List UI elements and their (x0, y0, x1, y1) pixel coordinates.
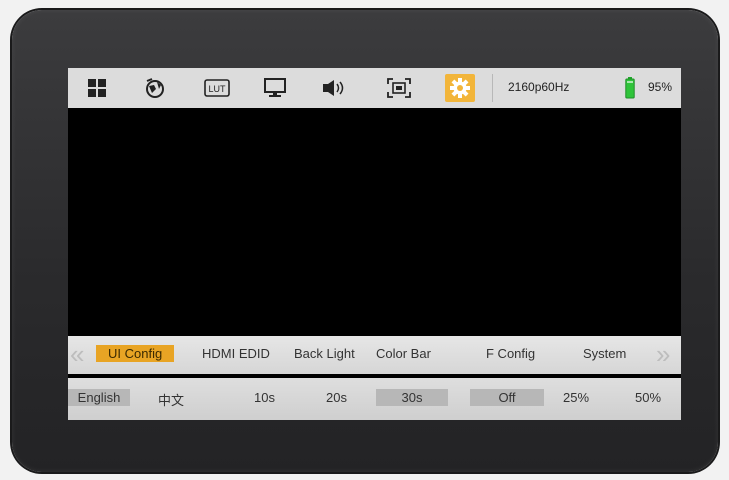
menu-item-back-light[interactable]: Back Light (294, 346, 355, 361)
settings-menu-bar: « UI Config HDMI EDID Back Light Color B… (68, 336, 681, 374)
globe-icon[interactable] (140, 74, 170, 102)
battery-percentage: 95% (648, 80, 673, 94)
status-divider (492, 74, 493, 102)
option-english[interactable]: English (68, 389, 130, 406)
option-off[interactable]: Off (470, 389, 544, 406)
grid-icon[interactable] (82, 74, 112, 102)
menu-item-ui-config[interactable]: UI Config (96, 345, 175, 362)
menu-item-hdmi-edid[interactable]: HDMI EDID (202, 346, 270, 361)
monitor-screen: LUT 2160p60Hz 95% « UI Config HDMI EDID … (68, 68, 681, 420)
option-20s[interactable]: 20s (326, 390, 347, 405)
menu-item-f-config[interactable]: F Config (486, 346, 535, 361)
settings-gear-icon[interactable] (445, 74, 475, 102)
status-bar: LUT 2160p60Hz 95% (68, 68, 681, 108)
lut-icon[interactable]: LUT (202, 74, 232, 102)
video-preview-area (68, 108, 681, 336)
speaker-icon[interactable] (320, 74, 350, 102)
option-chinese[interactable]: 中文 (158, 390, 184, 409)
settings-options-row: English 中文 10s 20s 30s Off 25% 50% (68, 378, 681, 420)
signal-format: 2160p60Hz (508, 80, 570, 94)
chevron-right-icon[interactable]: » (656, 340, 670, 368)
svg-text:LUT: LUT (208, 84, 226, 94)
chevron-left-icon[interactable]: « (70, 340, 84, 368)
menu-item-system[interactable]: System (583, 346, 626, 361)
monitor-icon[interactable] (260, 74, 290, 102)
option-10s[interactable]: 10s (254, 390, 275, 405)
option-30s[interactable]: 30s (376, 389, 448, 406)
menu-item-color-bar[interactable]: Color Bar (376, 346, 431, 361)
option-50-percent[interactable]: 50% (635, 390, 661, 405)
battery-icon (620, 74, 640, 102)
option-25-percent[interactable]: 25% (563, 390, 589, 405)
screen-frame-icon[interactable] (384, 74, 414, 102)
